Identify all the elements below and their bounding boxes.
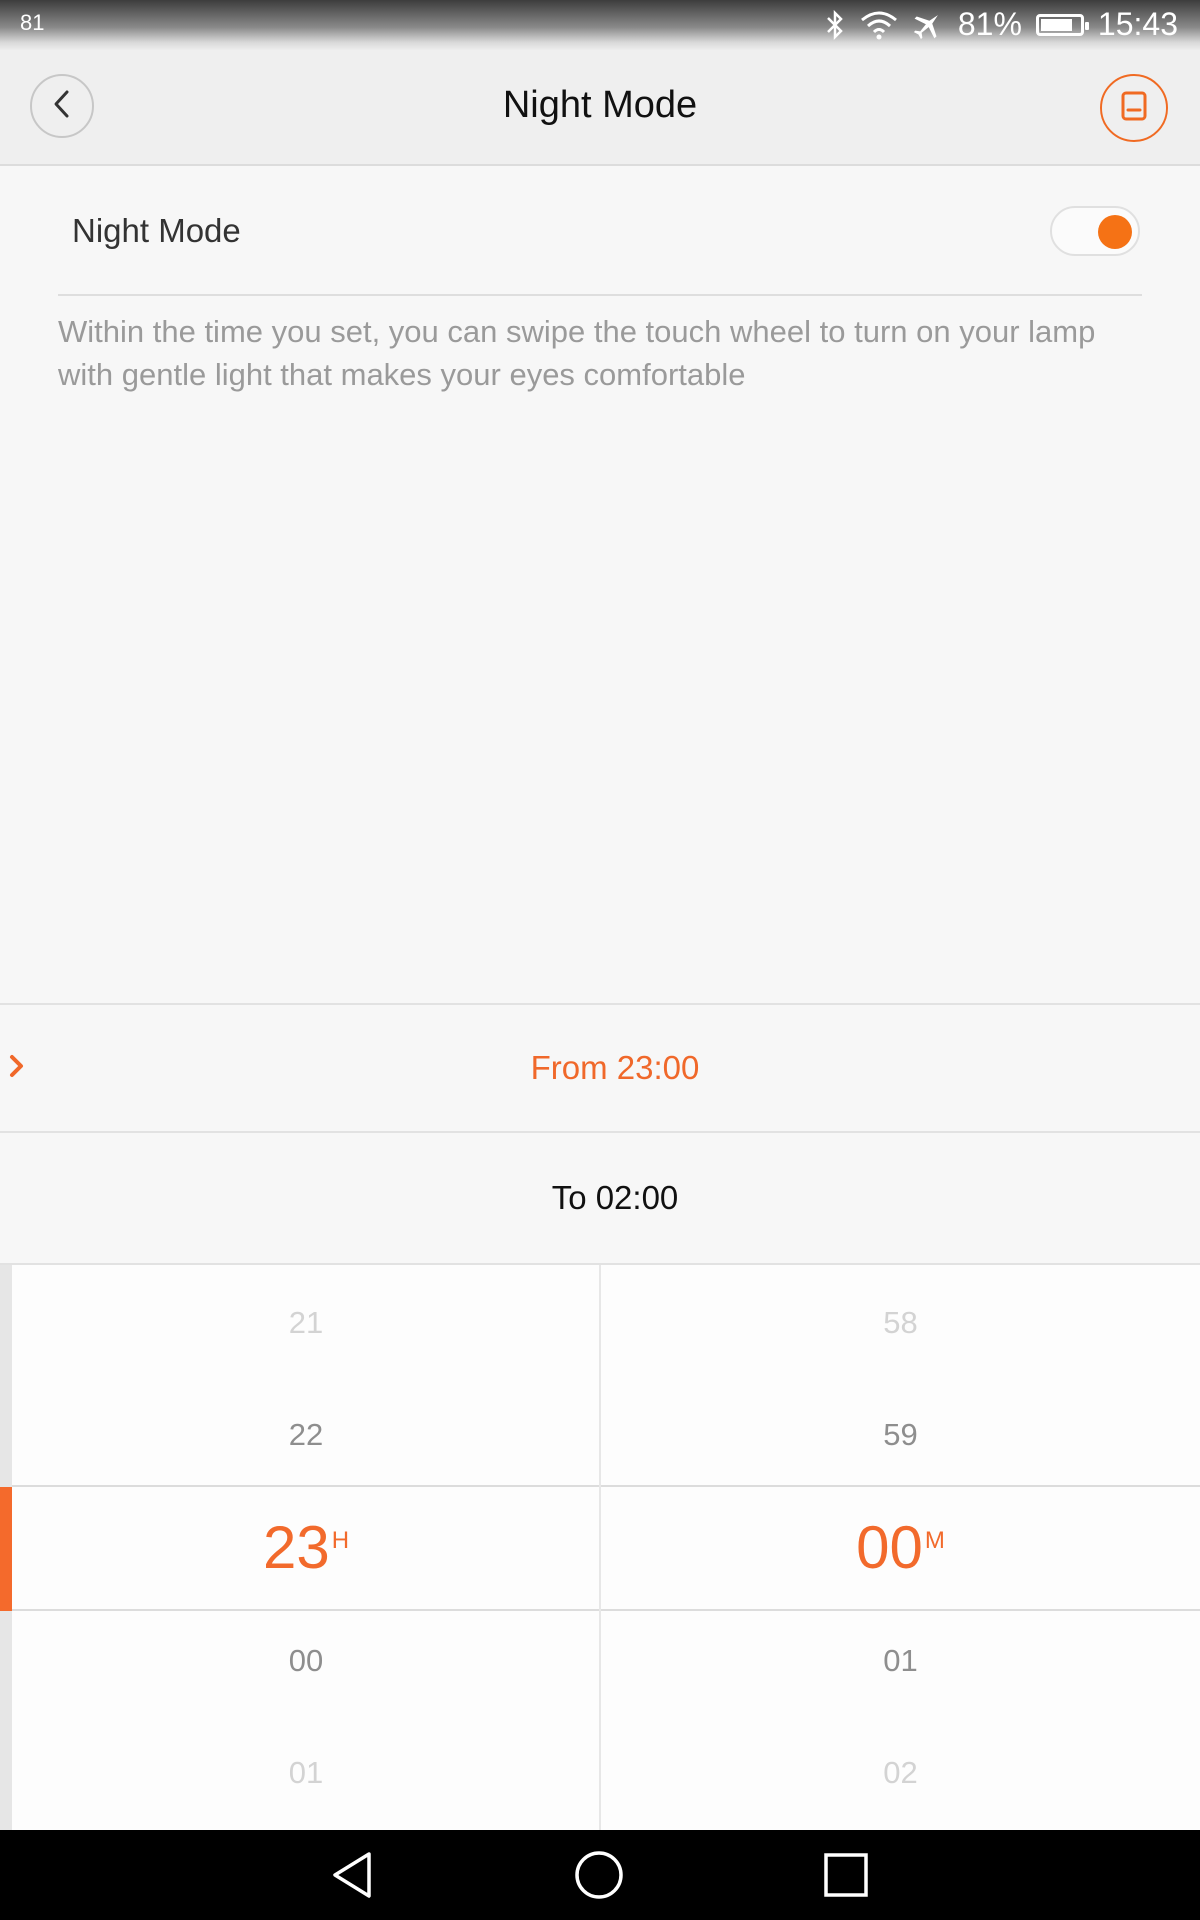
status-icons: 81% 15:43 [824, 6, 1178, 43]
back-triangle-icon[interactable] [322, 1847, 382, 1903]
save-icon [1120, 90, 1148, 127]
app-header: Night Mode [0, 50, 1200, 166]
toggle-knob [1098, 215, 1132, 249]
status-bar: 81 81% 15:43 [0, 0, 1200, 50]
page-title: Night Mode [502, 84, 698, 126]
hour-option[interactable]: 21 [12, 1305, 600, 1341]
battery-icon [1035, 13, 1089, 36]
to-time-row[interactable]: To 02:00 [0, 1133, 1200, 1265]
minute-option[interactable]: 01 [601, 1643, 1200, 1679]
minute-unit: M [924, 1527, 945, 1554]
battery-percent: 81% [957, 6, 1022, 42]
to-time-label: To 02:00 [551, 1179, 679, 1216]
bluetooth-icon [824, 9, 846, 40]
hour-option[interactable]: 01 [12, 1755, 600, 1791]
selected-hour[interactable]: 23H [12, 1513, 600, 1582]
minute-option[interactable]: 59 [601, 1417, 1200, 1453]
save-button[interactable] [1100, 74, 1168, 142]
minute-wheel[interactable]: 58 59 00M 01 02 [601, 1265, 1200, 1830]
selection-indicator [0, 1487, 12, 1611]
home-circle-icon[interactable] [569, 1847, 629, 1903]
navigation-bar [0, 1830, 1200, 1920]
night-mode-label: Night Mode [72, 212, 241, 249]
status-notification-count: 81 [20, 10, 45, 35]
selected-hour-value: 23 [262, 1514, 330, 1581]
time-picker: 21 22 23H 00 01 58 59 00M 01 02 [0, 1265, 1200, 1830]
selected-minute[interactable]: 00M [601, 1513, 1200, 1582]
night-mode-description: Within the time you set, you can swipe t… [58, 314, 1096, 392]
from-time-label: From 23:00 [530, 1049, 700, 1086]
hour-wheel[interactable]: 21 22 23H 00 01 [12, 1265, 600, 1830]
airplane-mode-icon [912, 9, 944, 41]
wifi-icon [860, 10, 898, 40]
hour-option[interactable]: 22 [12, 1417, 600, 1453]
from-time-row[interactable]: From 23:00 [0, 1003, 1200, 1133]
night-mode-toggle[interactable] [1050, 206, 1140, 256]
divider [58, 294, 1142, 296]
hour-unit: H [331, 1527, 350, 1554]
selected-minute-value: 00 [856, 1514, 923, 1581]
minute-option[interactable]: 02 [601, 1755, 1200, 1791]
hour-option[interactable]: 00 [12, 1643, 600, 1679]
recents-square-icon[interactable] [816, 1847, 876, 1903]
minute-option[interactable]: 58 [601, 1305, 1200, 1341]
clock: 15:43 [1097, 6, 1178, 42]
